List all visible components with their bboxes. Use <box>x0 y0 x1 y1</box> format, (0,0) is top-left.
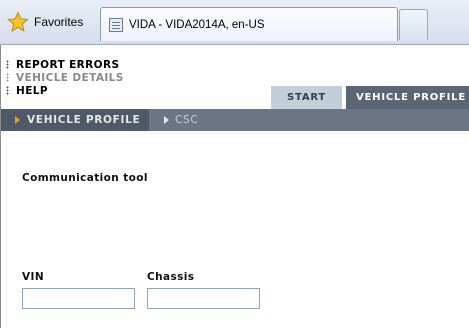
favorites-button[interactable]: Favorites <box>4 6 100 38</box>
arrow-right-icon <box>164 116 169 124</box>
subtab-vehicle-profile[interactable]: VEHICLE PROFILE <box>1 109 149 131</box>
menu-item-vehicle-details[interactable]: VEHICLE DETAILS <box>6 71 124 84</box>
main-tabs: START VEHICLE PROFILE <box>0 86 469 109</box>
grip-icon <box>6 60 9 69</box>
menu-item-label: REPORT ERRORS <box>16 58 120 71</box>
tab-start[interactable]: START <box>271 86 342 109</box>
browser-tab[interactable]: VIDA - VIDA2014A, en-US <box>100 7 398 41</box>
menu-item-label: VEHICLE DETAILS <box>16 71 124 84</box>
menu-item-report-errors[interactable]: REPORT ERRORS <box>6 58 124 71</box>
sub-tabs: VEHICLE PROFILE CSC <box>1 109 469 131</box>
grip-icon <box>6 73 9 82</box>
browser-tab-strip: Favorites VIDA - VIDA2014A, en-US <box>0 0 469 45</box>
new-tab-button[interactable] <box>399 9 428 40</box>
favorites-label: Favorites <box>34 15 84 29</box>
chassis-input[interactable] <box>147 288 260 309</box>
star-icon <box>7 11 29 32</box>
vin-input[interactable] <box>22 288 135 309</box>
vin-label: VIN <box>22 271 45 283</box>
tab-vehicle-profile[interactable]: VEHICLE PROFILE <box>346 86 469 109</box>
communication-tool-label: Communication tool <box>22 172 148 184</box>
page-icon <box>109 17 123 32</box>
chassis-label: Chassis <box>147 271 195 283</box>
arrow-right-icon <box>15 116 20 124</box>
subtab-label: VEHICLE PROFILE <box>27 114 141 126</box>
subtab-csc[interactable]: CSC <box>161 109 198 131</box>
browser-tab-title: VIDA - VIDA2014A, en-US <box>129 18 265 31</box>
subtab-label: CSC <box>175 114 199 126</box>
